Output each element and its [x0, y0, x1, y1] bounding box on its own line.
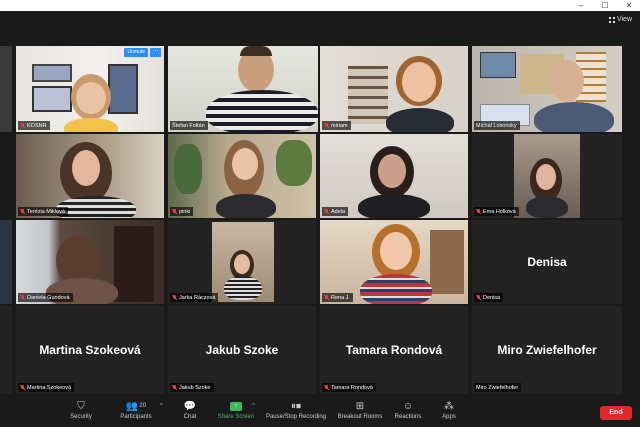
video-tile-active-speaker[interactable]: Štefan Foltán	[168, 46, 318, 132]
wall-picture	[32, 86, 72, 112]
name-label: Terézia Miklová	[18, 207, 68, 216]
name-label: Miro Zwiefelhofer	[474, 383, 522, 392]
mic-muted-icon	[476, 294, 481, 301]
participants-caret-icon[interactable]: ^	[160, 403, 163, 409]
breakout-rooms-button[interactable]: ⊞ Breakout Rooms	[336, 400, 384, 426]
mic-muted-icon	[476, 208, 481, 215]
wall-picture	[108, 64, 138, 114]
grid-icon	[608, 16, 615, 23]
window-title-bar: – ☐ ✕	[0, 0, 640, 11]
video-tile[interactable]: Jarka Ráczová	[168, 220, 316, 304]
mic-muted-icon	[172, 208, 177, 215]
door	[114, 226, 154, 302]
view-button[interactable]: View	[608, 16, 632, 23]
mic-muted-icon	[324, 208, 329, 215]
mic-muted-icon	[324, 122, 329, 129]
name-label: Jakub Szoke	[170, 383, 214, 392]
video-tile[interactable]: Michal Losonsky	[472, 46, 622, 132]
minimize-button[interactable]: –	[576, 0, 586, 11]
shield-icon: ⛉	[77, 401, 85, 412]
close-button[interactable]: ✕	[624, 0, 634, 11]
mic-muted-icon	[172, 294, 177, 301]
participant-person	[550, 60, 584, 102]
more-options-button[interactable]: ···	[150, 48, 161, 57]
share-screen-icon: ↑	[230, 402, 242, 411]
reactions-button[interactable]: ☺ Reactions	[393, 400, 423, 426]
mic-muted-icon	[172, 384, 177, 391]
partial-tile	[0, 306, 12, 394]
plant	[174, 144, 202, 194]
participants-button[interactable]: 👥 20 Participants	[116, 400, 156, 426]
video-tile[interactable]: Ema Holková	[472, 134, 622, 218]
breakout-rooms-icon: ⊞	[355, 401, 365, 412]
partial-tile	[0, 220, 12, 304]
name-label: Štefan Foltán	[170, 121, 208, 130]
name-label: KOSNR	[18, 121, 50, 130]
video-tile[interactable]: Daniela Gundová	[16, 220, 164, 304]
apps-button[interactable]: ⁂ Apps	[436, 400, 462, 426]
reactions-icon: ☺	[402, 401, 414, 412]
video-tile[interactable]: miriam	[320, 46, 468, 132]
chat-icon: 💬	[183, 401, 197, 412]
mic-muted-icon	[324, 294, 329, 301]
maximize-button[interactable]: ☐	[600, 0, 610, 11]
wall-picture	[480, 52, 516, 78]
video-tile[interactable]: pinki	[168, 134, 316, 218]
name-label: Denisa	[474, 293, 504, 302]
participant-display-name: Tamara Rondová	[345, 343, 443, 357]
participant-display-name: Miro Zwiefelhofer	[497, 343, 597, 357]
participants-count: 20	[139, 403, 147, 409]
video-tile-no-video[interactable]: Miro Zwiefelhofer Miro Zwiefelhofer	[472, 306, 622, 394]
name-label: Rena J.	[322, 293, 353, 302]
video-tile[interactable]: Unmute ··· KOSNR	[16, 46, 164, 132]
plant	[276, 140, 312, 186]
video-tile[interactable]: Rena J.	[320, 220, 468, 304]
partial-tile	[0, 46, 12, 132]
share-caret-icon[interactable]: ^	[252, 403, 255, 409]
mic-muted-icon	[20, 208, 25, 215]
pause-stop-icon: ⏸⏹	[291, 401, 301, 412]
name-label: Ema Holková	[474, 207, 519, 216]
unmute-button[interactable]: Unmute	[124, 48, 148, 57]
view-label: View	[616, 16, 632, 23]
cabinet	[430, 230, 464, 294]
security-button[interactable]: ⛉ Security	[66, 400, 96, 426]
chat-button[interactable]: 💬 Chat	[178, 400, 202, 426]
name-label: Tamara Rondová	[322, 383, 376, 392]
name-label: Adela	[322, 207, 349, 216]
share-screen-button[interactable]: ↑ Share Screen	[216, 400, 256, 426]
pause-stop-recording-button[interactable]: ⏸⏹ Pause/Stop Recording	[264, 400, 328, 426]
video-tile-no-video[interactable]: Tamara Rondová Tamara Rondová	[320, 306, 468, 394]
apps-icon: ⁂	[444, 401, 454, 412]
end-meeting-button[interactable]: End	[600, 406, 632, 420]
name-label: Martina Szokeová	[18, 383, 75, 392]
mic-muted-icon	[20, 384, 25, 391]
mic-muted-icon	[324, 384, 329, 391]
video-tile-no-video[interactable]: Martina Szokeová Martina Szokeová	[16, 306, 164, 394]
participants-icon: 👥	[125, 401, 139, 412]
name-label: Michal Losonsky	[474, 121, 520, 130]
bookshelf	[348, 66, 388, 124]
mic-muted-icon	[20, 122, 25, 129]
name-label: miriam	[322, 121, 351, 130]
name-label: pinki	[170, 207, 194, 216]
video-tile[interactable]: Adela	[320, 134, 468, 218]
mic-muted-icon	[20, 294, 25, 301]
video-tile[interactable]: Terézia Miklová	[16, 134, 164, 218]
video-tile-no-video[interactable]: Denisa Denisa	[472, 220, 622, 304]
name-label: Daniela Gundová	[18, 293, 73, 302]
top-strip: View	[0, 11, 640, 44]
video-tile-no-video[interactable]: Jakub Szoke Jakub Szoke	[168, 306, 316, 394]
name-label: Jarka Ráczová	[170, 293, 219, 302]
participant-display-name: Denisa	[527, 255, 567, 269]
participant-display-name: Martina Szokeová	[39, 343, 141, 357]
wall-picture	[32, 64, 72, 82]
participant-display-name: Jakub Szoke	[205, 343, 279, 357]
meeting-toolbar: ⛉ Security 👥 20 Participants ^ 💬 Chat ↑ …	[0, 398, 640, 427]
